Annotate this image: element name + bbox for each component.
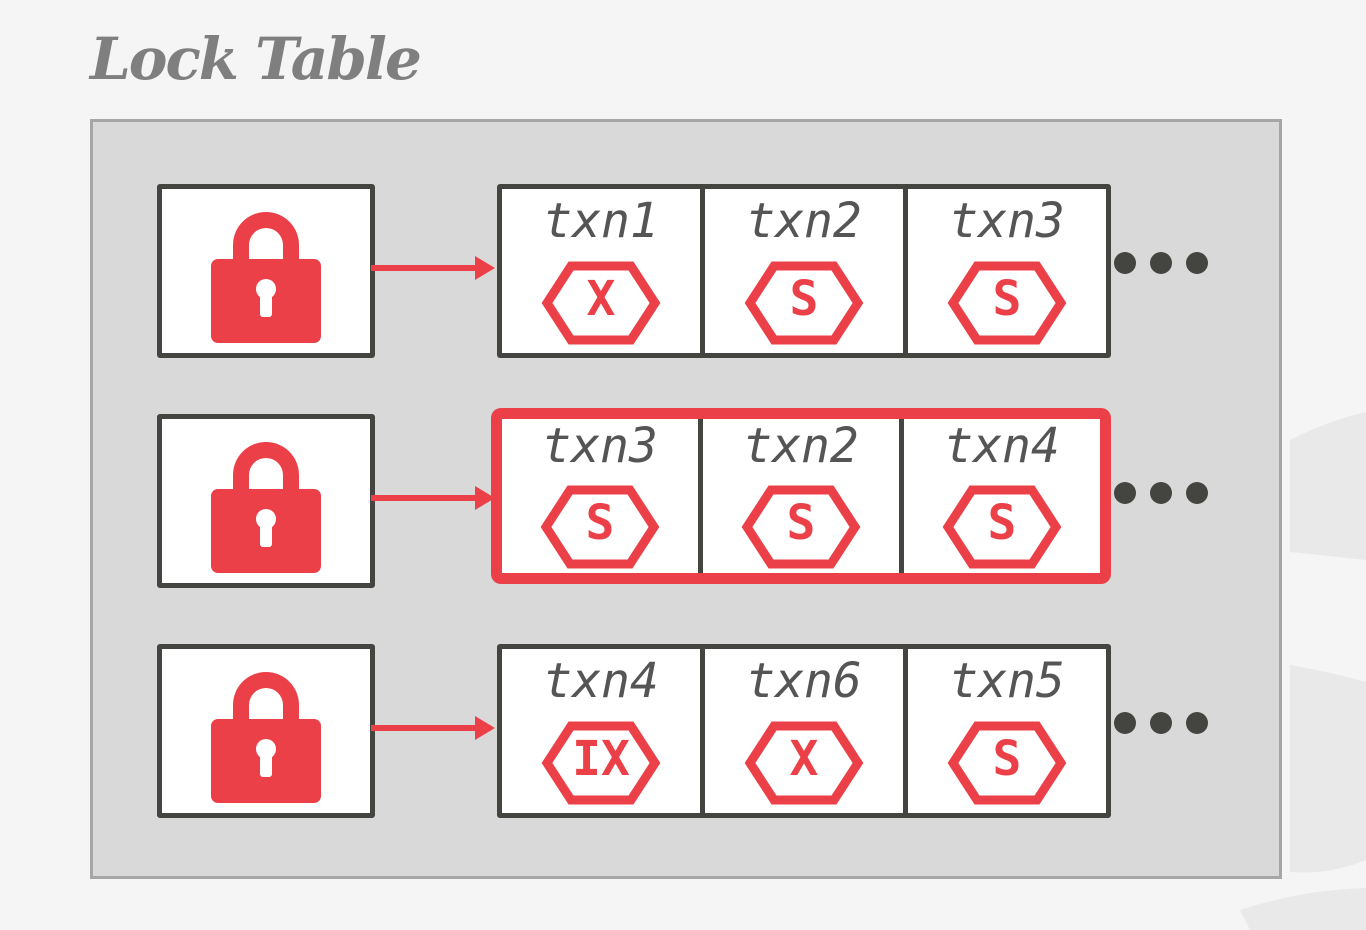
hexagon-badge: S [540, 485, 660, 569]
lock-request[interactable]: txn1 X [502, 189, 700, 353]
lock-table-row: txn4 IX txn6 X txn5 S [93, 644, 1279, 818]
txn-label: txn2 [746, 193, 862, 249]
txn-label: txn2 [743, 418, 859, 474]
lock-mode: S [585, 495, 615, 551]
txn-label: txn4 [543, 653, 659, 709]
request-queue-highlighted: txn3 S txn2 S txn4 S [491, 408, 1111, 584]
ellipsis-icon [1114, 482, 1208, 504]
ellipsis-icon [1114, 712, 1208, 734]
lock-mode: IX [572, 731, 630, 787]
hexagon-badge: IX [541, 721, 661, 805]
request-queue: txn4 IX txn6 X txn5 S [497, 644, 1111, 818]
txn-label: txn3 [949, 193, 1065, 249]
lock-icon [211, 212, 321, 343]
lock-table-row: txn3 S txn2 S txn4 S [93, 408, 1279, 588]
arrow-right-icon [371, 716, 495, 740]
hexagon-badge: S [741, 485, 861, 569]
hexagon-badge: S [947, 721, 1067, 805]
lock-request[interactable]: txn2 S [698, 419, 899, 573]
lock-request[interactable]: txn4 IX [502, 649, 700, 813]
lock-request[interactable]: txn3 S [903, 189, 1106, 353]
lock-mode: S [789, 271, 819, 327]
txn-label: txn1 [543, 193, 659, 249]
lock-request[interactable]: txn4 S [899, 419, 1100, 573]
lock-mode: X [789, 731, 819, 787]
lock-icon [211, 672, 321, 803]
lock-mode: S [786, 495, 816, 551]
hexagon-badge: S [744, 261, 864, 345]
hexagon-badge: S [942, 485, 1062, 569]
lock-entry[interactable] [157, 184, 375, 358]
lock-table-row: txn1 X txn2 S txn3 S [93, 184, 1279, 358]
lock-mode: X [586, 271, 616, 327]
arrow-right-icon [371, 486, 495, 510]
lock-entry[interactable] [157, 414, 375, 588]
lock-request[interactable]: txn2 S [700, 189, 903, 353]
request-queue: txn1 X txn2 S txn3 S [497, 184, 1111, 358]
ellipsis-icon [1114, 252, 1208, 274]
lock-request[interactable]: txn6 X [700, 649, 903, 813]
txn-label: txn4 [944, 418, 1060, 474]
lock-mode: S [987, 495, 1017, 551]
txn-label: txn6 [746, 653, 862, 709]
page-title: Lock Table [90, 25, 422, 93]
txn-label: txn3 [542, 418, 658, 474]
hexagon-badge: S [947, 261, 1067, 345]
lock-icon [211, 442, 321, 573]
lock-entry[interactable] [157, 644, 375, 818]
lock-request[interactable]: txn5 S [903, 649, 1106, 813]
hexagon-badge: X [541, 261, 661, 345]
lock-mode: S [992, 731, 1022, 787]
hexagon-badge: X [744, 721, 864, 805]
arrow-right-icon [371, 256, 495, 280]
txn-label: txn5 [949, 653, 1065, 709]
lock-table-panel: txn1 X txn2 S txn3 S txn3 S txn2 S txn4 … [90, 119, 1282, 879]
lock-mode: S [992, 271, 1022, 327]
lock-request[interactable]: txn3 S [502, 419, 698, 573]
